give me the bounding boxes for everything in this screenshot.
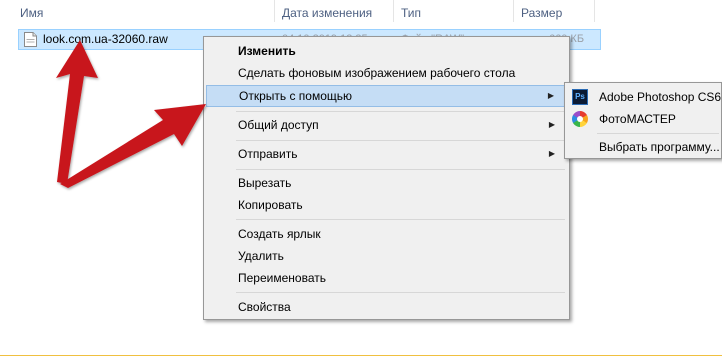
menu-item-cut[interactable]: Вырезать <box>206 172 565 194</box>
menu-item-label: Отправить <box>238 147 298 161</box>
menu-item-label: Переименовать <box>238 271 326 285</box>
raw-file-icon <box>24 32 37 47</box>
photoshop-icon: Ps <box>572 89 588 105</box>
menu-item-label: Свойства <box>238 300 291 314</box>
column-size-header[interactable]: Размер <box>521 0 562 26</box>
menu-item-label: Сделать фоновым изображением рабочего ст… <box>238 66 516 80</box>
submenu-arrow-icon: ▶ <box>548 120 555 129</box>
submenu-arrow-icon: ▶ <box>547 91 554 100</box>
menu-separator <box>236 111 565 112</box>
submenu-item-label: ФотоМАСТЕР <box>599 112 676 126</box>
menu-separator <box>236 219 565 220</box>
column-divider[interactable] <box>274 0 275 22</box>
menu-item-properties[interactable]: Свойства <box>206 296 565 318</box>
context-menu: Изменить Сделать фоновым изображением ра… <box>203 36 570 320</box>
bottom-border <box>0 355 722 356</box>
annotation-arrow-right <box>60 104 206 188</box>
menu-item-label: Создать ярлык <box>238 227 321 241</box>
menu-separator <box>236 140 565 141</box>
column-divider[interactable] <box>513 0 514 22</box>
file-name: look.com.ua-32060.raw <box>43 32 168 46</box>
menu-item-share[interactable]: Общий доступ ▶ <box>206 114 565 136</box>
column-type-header[interactable]: Тип <box>401 0 421 26</box>
submenu-item-photoshop[interactable]: Ps Adobe Photoshop CS6 <box>567 86 721 108</box>
menu-item-label: Общий доступ <box>238 118 319 132</box>
submenu-arrow-icon: ▶ <box>548 149 555 158</box>
menu-separator <box>236 169 565 170</box>
submenu-item-fotomaster[interactable]: ФотоМАСТЕР <box>567 108 721 130</box>
menu-item-label: Вырезать <box>238 176 292 190</box>
menu-item-rename[interactable]: Переименовать <box>206 267 565 289</box>
menu-item-edit[interactable]: Изменить <box>206 40 565 62</box>
open-with-submenu: Ps Adobe Photoshop CS6 ФотоМАСТЕР Выбрат… <box>564 82 722 159</box>
fotomaster-icon <box>572 111 588 127</box>
menu-item-label: Удалить <box>238 249 284 263</box>
column-name-header[interactable]: Имя <box>20 0 43 26</box>
annotation-arrow-up <box>56 40 98 184</box>
menu-item-label: Изменить <box>238 44 296 58</box>
column-date-header[interactable]: Дата изменения <box>282 0 372 26</box>
column-divider[interactable] <box>393 0 394 22</box>
menu-separator <box>597 133 719 134</box>
submenu-item-label: Выбрать программу... <box>599 140 720 154</box>
menu-item-open-with[interactable]: Открыть с помощью ▶ <box>206 85 565 107</box>
column-header: Имя Дата изменения Тип Размер <box>0 0 722 26</box>
menu-item-create-shortcut[interactable]: Создать ярлык <box>206 223 565 245</box>
menu-item-label: Открыть с помощью <box>239 89 353 103</box>
menu-item-delete[interactable]: Удалить <box>206 245 565 267</box>
menu-separator <box>236 292 565 293</box>
menu-item-send-to[interactable]: Отправить ▶ <box>206 143 565 165</box>
column-divider[interactable] <box>594 0 595 22</box>
submenu-item-choose-program[interactable]: Выбрать программу... <box>567 136 721 158</box>
menu-item-set-wallpaper[interactable]: Сделать фоновым изображением рабочего ст… <box>206 62 565 84</box>
menu-item-copy[interactable]: Копировать <box>206 194 565 216</box>
submenu-item-label: Adobe Photoshop CS6 <box>599 90 722 104</box>
menu-item-label: Копировать <box>238 198 303 212</box>
